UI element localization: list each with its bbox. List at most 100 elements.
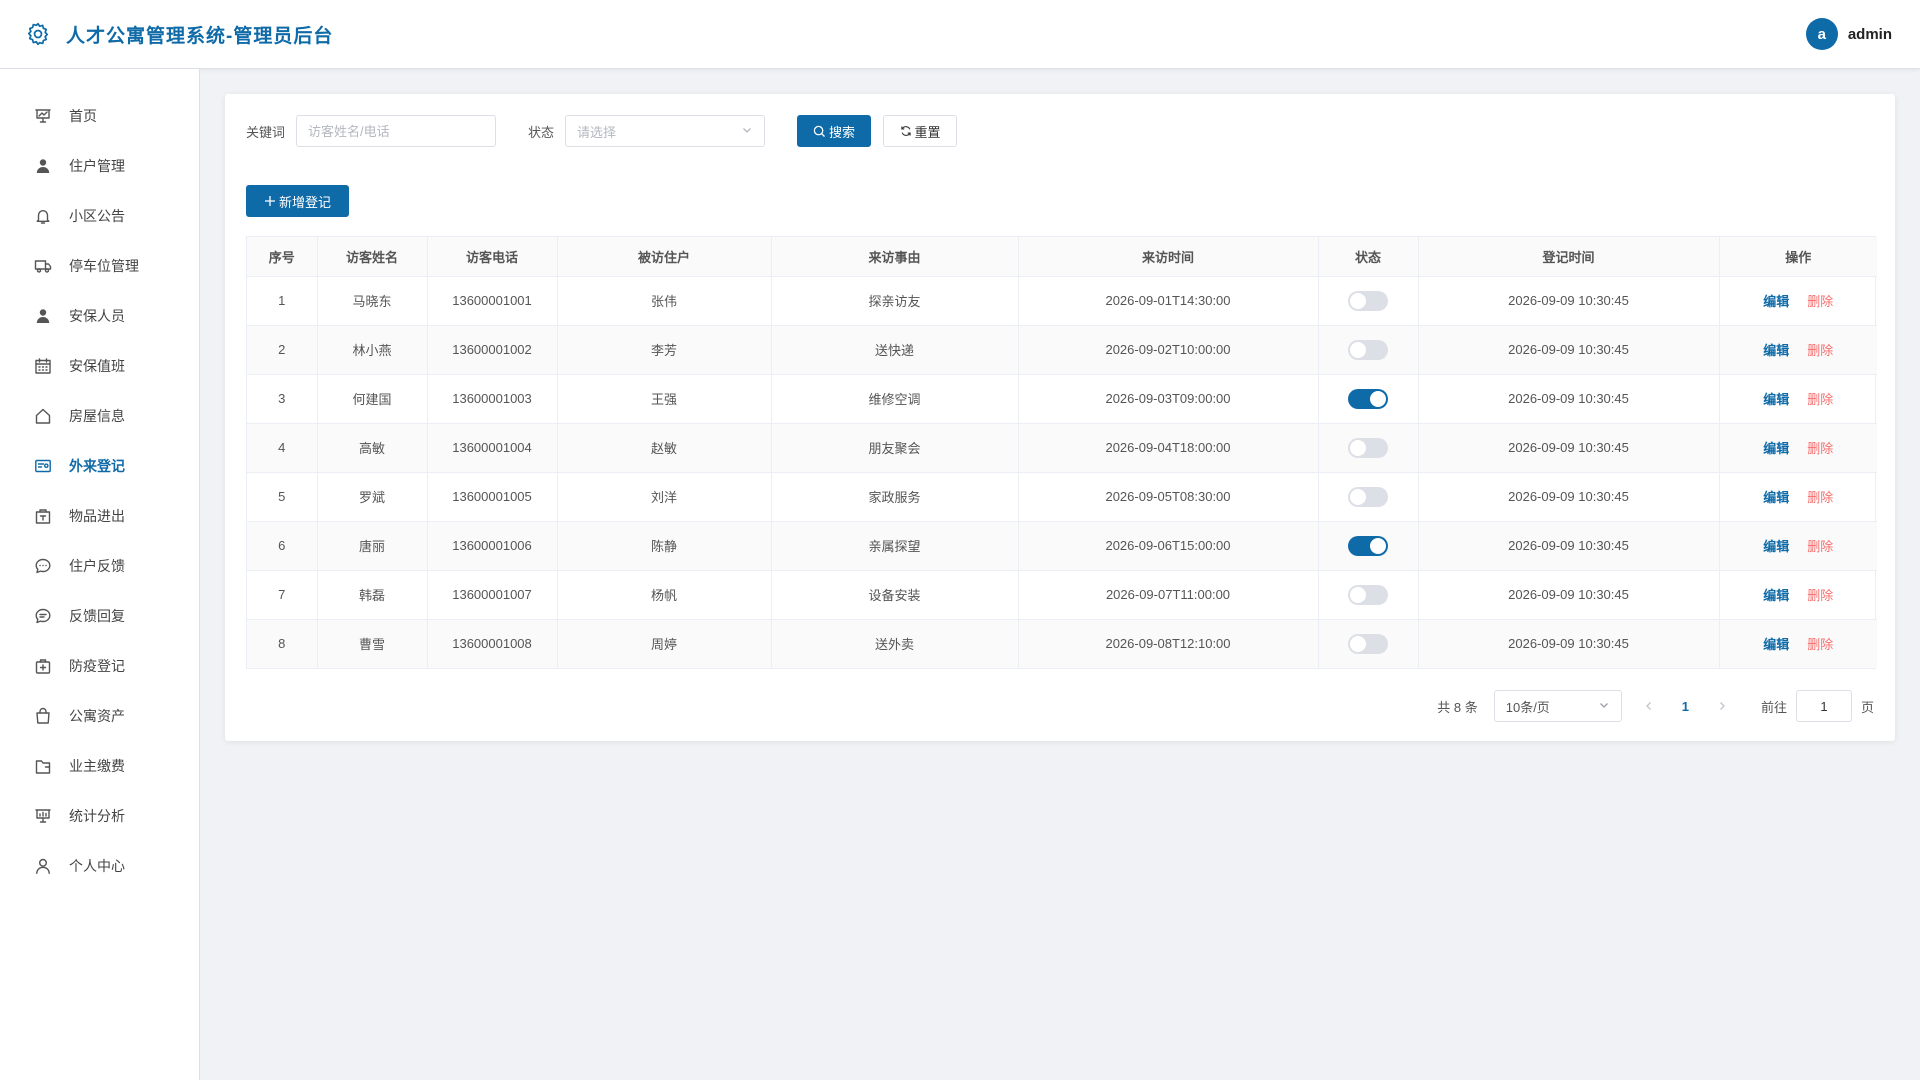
status-toggle[interactable] <box>1348 486 1388 507</box>
refresh-icon <box>900 126 911 136</box>
cell-reason: 送快递 <box>771 325 1019 375</box>
cell-phone: 13600001003 <box>427 374 558 424</box>
cell-reason: 家政服务 <box>771 472 1019 522</box>
cell-index: 1 <box>247 276 318 326</box>
search-button[interactable]: 搜索 <box>797 115 872 147</box>
sidebar-item[interactable]: 首页 <box>0 91 199 141</box>
cell-resident: 周婷 <box>557 619 772 668</box>
edit-link[interactable]: 编辑 <box>1763 441 1789 456</box>
keyword-input[interactable] <box>296 115 497 147</box>
cell-actions: 编辑 删除 <box>1719 472 1877 522</box>
sidebar-item[interactable]: 个人中心 <box>0 841 199 891</box>
sidebar-item[interactable]: 外来登记 <box>0 441 199 491</box>
wallet-icon <box>34 757 52 775</box>
username[interactable]: admin <box>1848 26 1892 43</box>
sidebar-item[interactable]: 安保值班 <box>0 341 199 391</box>
avatar[interactable]: a <box>1805 18 1838 50</box>
cell-visit-time: 2026-09-04T18:00:00 <box>1018 423 1319 473</box>
column-header: 状态 <box>1318 237 1419 277</box>
status-toggle[interactable] <box>1348 535 1388 556</box>
page-number-1[interactable]: 1 <box>1682 699 1689 714</box>
status-toggle[interactable] <box>1348 633 1388 654</box>
cell-status <box>1318 423 1419 473</box>
table-row: 3 何建国 13600001003 王强 维修空调 2026-09-03T09:00:00… <box>247 374 1877 424</box>
sidebar-item[interactable]: 反馈回复 <box>0 591 199 641</box>
sidebar-item-label: 房屋信息 <box>69 408 125 424</box>
edit-link[interactable]: 编辑 <box>1763 343 1789 358</box>
status-toggle[interactable] <box>1348 388 1388 409</box>
goto-page-input[interactable] <box>1795 690 1852 722</box>
sidebar-item[interactable]: 公寓资产 <box>0 691 199 741</box>
cell-reg-time: 2026-09-09 10:30:45 <box>1418 472 1720 522</box>
reset-button[interactable]: 重置 <box>883 115 958 147</box>
cell-actions: 编辑 删除 <box>1719 423 1877 473</box>
cell-index: 4 <box>247 423 318 473</box>
app-title: 人才公寓管理系统-管理员后台 <box>66 25 334 47</box>
box-icon <box>34 507 52 525</box>
pagination: 共 8 条 10条/页 1 前往 页 <box>1437 690 1874 722</box>
sidebar-item-label: 首页 <box>69 108 97 124</box>
cell-index: 8 <box>247 619 318 668</box>
sidebar-item[interactable]: 防疫登记 <box>0 641 199 691</box>
edit-link[interactable]: 编辑 <box>1763 588 1789 603</box>
cell-name: 马晓东 <box>317 276 428 326</box>
table-row: 6 唐丽 13600001006 陈静 亲属探望 2026-09-06T15:00:00 2… <box>247 521 1877 571</box>
chevron-down-icon <box>741 124 753 139</box>
edit-link[interactable]: 编辑 <box>1763 490 1789 505</box>
edit-link[interactable]: 编辑 <box>1763 392 1789 407</box>
sidebar-item[interactable]: 住户反馈 <box>0 541 199 591</box>
keyword-label: 关键词 <box>246 124 286 140</box>
cell-reason: 设备安装 <box>771 570 1019 620</box>
sidebar-item[interactable]: 住户管理 <box>0 141 199 191</box>
delete-link[interactable]: 删除 <box>1807 637 1833 652</box>
cell-phone: 13600001007 <box>427 570 558 620</box>
delete-link[interactable]: 删除 <box>1807 441 1833 456</box>
delete-link[interactable]: 删除 <box>1807 343 1833 358</box>
delete-link[interactable]: 删除 <box>1807 294 1833 309</box>
delete-link[interactable]: 删除 <box>1807 490 1833 505</box>
cell-reg-time: 2026-09-09 10:30:45 <box>1418 521 1720 571</box>
column-header: 访客电话 <box>427 237 558 277</box>
sidebar-item[interactable]: 停车位管理 <box>0 241 199 291</box>
prev-page-button[interactable] <box>1644 698 1654 714</box>
add-registration-button[interactable]: 新增登记 <box>246 185 349 217</box>
toggle-knob <box>1350 586 1366 603</box>
cell-resident: 王强 <box>557 374 772 424</box>
cell-resident: 张伟 <box>557 276 772 326</box>
cell-reason: 探亲访友 <box>771 276 1019 326</box>
cell-name: 高敏 <box>317 423 428 473</box>
page-size-select[interactable]: 10条/页 <box>1493 690 1622 722</box>
sidebar-item[interactable]: 业主缴费 <box>0 741 199 791</box>
delete-link[interactable]: 删除 <box>1807 392 1833 407</box>
column-header: 登记时间 <box>1418 237 1720 277</box>
status-select[interactable]: 请选择 <box>565 115 766 147</box>
status-toggle[interactable] <box>1348 584 1388 605</box>
edit-link[interactable]: 编辑 <box>1763 294 1789 309</box>
column-header: 被访住户 <box>557 237 772 277</box>
edit-link[interactable]: 编辑 <box>1763 539 1789 554</box>
cell-actions: 编辑 删除 <box>1719 521 1877 571</box>
next-page-button[interactable] <box>1717 698 1727 714</box>
presentation-icon <box>34 107 52 125</box>
sidebar-item[interactable]: 安保人员 <box>0 291 199 341</box>
cell-status <box>1318 521 1419 571</box>
status-toggle[interactable] <box>1348 339 1388 360</box>
total-count: 共 8 条 <box>1437 699 1478 715</box>
edit-link[interactable]: 编辑 <box>1763 637 1789 652</box>
reset-button-label: 重置 <box>914 124 941 140</box>
cell-phone: 13600001005 <box>427 472 558 522</box>
user-menu[interactable]: a admin <box>1805 18 1892 50</box>
sidebar-item[interactable]: 小区公告 <box>0 191 199 241</box>
toggle-knob <box>1350 341 1366 358</box>
delete-link[interactable]: 删除 <box>1807 539 1833 554</box>
sidebar-item[interactable]: 房屋信息 <box>0 391 199 441</box>
sidebar-item[interactable]: 物品进出 <box>0 491 199 541</box>
status-toggle[interactable] <box>1348 290 1388 311</box>
cell-reason: 朋友聚会 <box>771 423 1019 473</box>
cell-status <box>1318 325 1419 375</box>
chevron-right-icon <box>1720 702 1725 710</box>
status-toggle[interactable] <box>1348 437 1388 458</box>
delete-link[interactable]: 删除 <box>1807 588 1833 603</box>
sidebar-item[interactable]: 统计分析 <box>0 791 199 841</box>
cell-reg-time: 2026-09-09 10:30:45 <box>1418 423 1720 473</box>
